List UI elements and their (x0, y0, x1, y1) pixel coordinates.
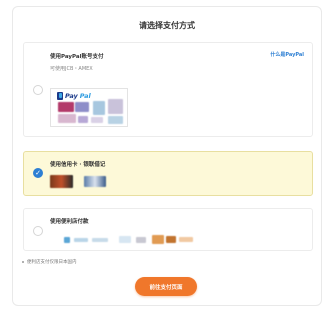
payment-option-credit-card[interactable]: ✓ 使用信用卡 · 银联借记 (23, 151, 313, 196)
card-logo-blur (84, 176, 106, 187)
store-logo-blur (179, 237, 193, 242)
konbini-radio[interactable] (33, 226, 43, 236)
check-icon: ✓ (35, 168, 41, 177)
store-logo-blur (152, 235, 164, 244)
proceed-to-payment-button[interactable]: 前往支付页面 (135, 277, 197, 296)
footnote-text: 便利店支付仅限日本国内 (27, 260, 77, 265)
card-logo-blur (58, 102, 74, 112)
card-logo-blur (108, 99, 123, 114)
card-radio[interactable]: ✓ (33, 168, 43, 178)
konbini-option-label: 使用便利店付款 (50, 219, 89, 225)
paypal-logo: Pay Pal (57, 92, 91, 100)
paypal-card-image: Pay Pal (50, 88, 128, 127)
store-logo-blur (119, 236, 131, 243)
paypal-option-sub: 可使用JCB・AMEX (50, 66, 93, 72)
dialog-title: 请选择支付方式 (139, 21, 195, 30)
payment-option-paypal[interactable]: 使用PayPal账号支付 可使用JCB・AMEX 什么是PayPal Pay Pa… (23, 42, 313, 137)
card-logo-blur (78, 116, 88, 123)
store-logo-blur (92, 238, 108, 242)
store-logo-blur (136, 237, 146, 243)
footnote-bullet (22, 261, 24, 263)
paypal-mark-icon (57, 92, 63, 100)
card-logo-blur (108, 116, 123, 124)
card-logo-blur (58, 114, 76, 123)
store-logo-blur (64, 237, 70, 243)
card-logo-blur (93, 101, 105, 115)
paypal-option-label: 使用PayPal账号支付 (50, 54, 104, 60)
payment-option-konbini[interactable]: 使用便利店付款 (23, 208, 313, 251)
store-logo-blur (166, 236, 176, 243)
paypal-logo-pal: Pal (79, 92, 91, 100)
paypal-radio[interactable] (33, 85, 43, 95)
card-option-label: 使用信用卡 · 银联借记 (50, 162, 106, 168)
card-logo-blur (91, 117, 103, 123)
paypal-logo-pay: Pay (65, 92, 78, 100)
payment-dialog: 请选择支付方式 使用PayPal账号支付 可使用JCB・AMEX 什么是PayP… (12, 6, 322, 306)
card-logo-blur (75, 102, 89, 112)
store-logo-blur (74, 238, 88, 242)
what-is-paypal-link[interactable]: 什么是PayPal (270, 51, 304, 58)
card-logo-blur (50, 175, 73, 188)
